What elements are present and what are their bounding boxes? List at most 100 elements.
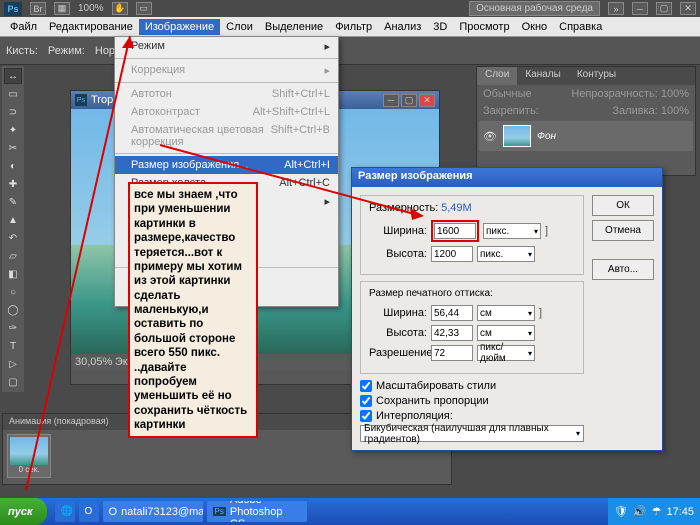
frame-1[interactable]: 0 сек. [7,434,51,478]
resolution-unit[interactable]: пикс/дюйм [477,345,535,361]
type-tool-icon[interactable]: T [4,338,22,354]
menu-mode[interactable]: Режим▸ [115,37,338,56]
menu-layer[interactable]: Слои [220,19,259,35]
quick-launch-icon[interactable]: O [79,501,99,522]
menu-file[interactable]: Файл [4,19,43,35]
clock: 17:45 [666,506,694,518]
heal-tool-icon[interactable]: ✚ [4,176,22,192]
tutorial-note: все мы знаем ,что при уменьшении картинк… [128,182,258,438]
zoom-value[interactable]: 100% [78,3,104,14]
print-height-unit[interactable]: см [477,325,535,341]
ok-button[interactable]: ОК [592,195,654,216]
tab-paths[interactable]: Контуры [569,67,624,85]
print-width-input[interactable] [431,305,473,321]
brush-tool-icon[interactable]: ✎ [4,194,22,210]
tray-icon[interactable]: ☂ [652,505,662,518]
menu-filter[interactable]: Фильтр [329,19,378,35]
layer-thumb [503,125,531,147]
grid-icon[interactable]: ▦ [54,2,70,15]
system-tray[interactable]: 🛡 🔊 ☂ 17:45 [608,498,700,525]
link-icon[interactable]: ] [545,225,548,237]
interpolation-select[interactable]: Бикубическая (наилучшая для плавных град… [360,425,584,442]
stamp-tool-icon[interactable]: ▲ [4,212,22,228]
menu-bar: Файл Редактирование Изображение Слои Выд… [0,17,700,37]
taskbar: пуск 🌐 O Onatali73123@mail.ru:... PsAdob… [0,498,700,525]
shape-tool-icon[interactable]: ▢ [4,374,22,390]
hand-icon[interactable]: ✋ [112,2,128,15]
doc-max-icon[interactable]: ▢ [401,94,417,107]
zoom-status[interactable]: 30,05% [75,356,112,368]
menu-adjustments: Коррекция▸ [115,61,338,80]
menu-image-size[interactable]: Размер изображения...Alt+Ctrl+I [115,156,338,174]
width-label: Ширина: [369,225,427,237]
eraser-tool-icon[interactable]: ▱ [4,248,22,264]
workspace-button[interactable]: Основная рабочая среда [469,1,600,16]
auto-button[interactable]: Авто... [592,259,654,280]
blend-mode[interactable]: Обычные [483,88,532,100]
maximize-icon[interactable]: ▢ [656,2,672,15]
minimize-icon[interactable]: ─ [632,2,648,15]
height-input[interactable] [431,246,473,262]
height-label: Высота: [369,248,427,260]
menu-help[interactable]: Справка [553,19,608,35]
view-icon[interactable]: ▭ [136,2,152,15]
doc-min-icon[interactable]: ─ [383,94,399,107]
pen-tool-icon[interactable]: ✑ [4,320,22,336]
wand-tool-icon[interactable]: ✦ [4,122,22,138]
image-size-dialog: Размер изображения Размерность: 5,49M Ши… [351,167,663,451]
layers-panel: Слои Каналы Контуры Обычные Непрозрачнос… [476,66,696,176]
menu-edit[interactable]: Редактирование [43,19,139,35]
menu-analysis[interactable]: Анализ [378,19,427,35]
resample-check[interactable] [360,410,372,422]
bridge-icon[interactable]: Br [30,2,46,15]
link-icon[interactable]: ] [539,307,542,319]
ps-logo: Ps [4,2,22,16]
start-button[interactable]: пуск [0,498,47,525]
tab-layers[interactable]: Слои [477,67,517,85]
tray-icon[interactable]: 🔊 [633,505,647,518]
history-tool-icon[interactable]: ↶ [4,230,22,246]
doc-close-icon[interactable]: ✕ [419,94,435,107]
menu-autocontrast: АвтоконтрастAlt+Shift+Ctrl+L [115,103,338,121]
layer-name: Фон [537,131,556,142]
task-mail[interactable]: Onatali73123@mail.ru:... [103,501,203,522]
arrows-icon[interactable]: » [608,2,624,15]
layer-background[interactable]: 👁 Фон [479,121,693,151]
dodge-tool-icon[interactable]: ◯ [4,302,22,318]
tab-channels[interactable]: Каналы [517,67,569,85]
close-icon[interactable]: ✕ [680,2,696,15]
menu-select[interactable]: Выделение [259,19,329,35]
lasso-tool-icon[interactable]: ⊃ [4,104,22,120]
visibility-icon[interactable]: 👁 [483,130,497,142]
width-input[interactable] [434,223,476,239]
title-bar: Ps Br ▦ 100% ✋ ▭ Основная рабочая среда … [0,0,700,17]
tray-icon[interactable]: 🛡 [614,505,628,518]
marquee-tool-icon[interactable]: ▭ [4,86,22,102]
constrain-check[interactable] [360,395,372,407]
crop-tool-icon[interactable]: ✂ [4,140,22,156]
dialog-title[interactable]: Размер изображения [352,168,662,187]
menu-3d[interactable]: 3D [427,19,453,35]
scale-styles-check[interactable] [360,380,372,392]
blur-tool-icon[interactable]: ○ [4,284,22,300]
menu-window[interactable]: Окно [516,19,554,35]
gradient-tool-icon[interactable]: ◧ [4,266,22,282]
menu-autocolor: Автоматическая цветовая коррекцияShift+C… [115,121,338,151]
brush-label: Кисть: [6,45,38,57]
move-tool-icon[interactable]: ↔ [4,68,22,84]
eyedropper-tool-icon[interactable]: ◐ [4,158,22,174]
path-tool-icon[interactable]: ▷ [4,356,22,372]
task-photoshop[interactable]: PsAdobe Photoshop CS... [207,501,307,522]
menu-image[interactable]: Изображение [139,19,220,35]
quick-launch-icon[interactable]: 🌐 [55,501,75,522]
height-unit[interactable]: пикс. [477,246,535,262]
mode-label: Режим: [48,45,85,57]
cancel-button[interactable]: Отмена [592,220,654,241]
width-unit[interactable]: пикс. [483,223,541,239]
ps-doc-icon: Ps [75,94,87,106]
resolution-input[interactable] [431,345,473,361]
print-height-input[interactable] [431,325,473,341]
print-width-unit[interactable]: см [477,305,535,321]
menu-view[interactable]: Просмотр [453,19,515,35]
options-bar: Кисть: Режим: Нормальный Стиль: ► Цвет: [0,37,700,65]
